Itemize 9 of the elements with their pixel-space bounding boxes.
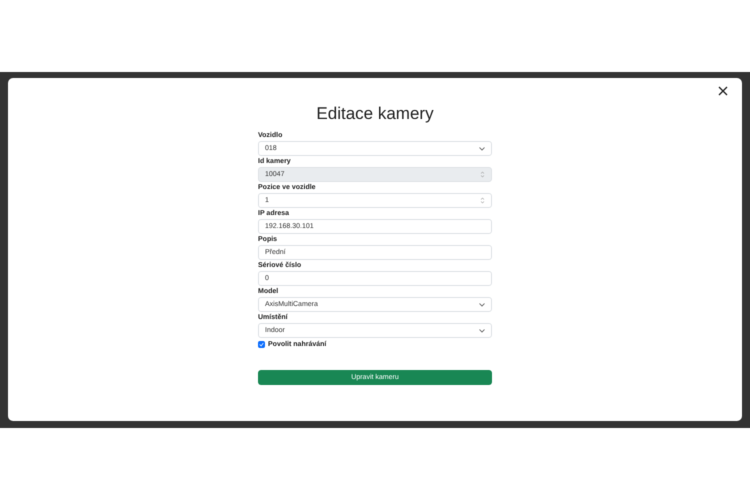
close-button[interactable] bbox=[716, 84, 730, 98]
chevron-down-icon bbox=[479, 328, 485, 332]
checkbox[interactable] bbox=[258, 341, 265, 348]
chevron-down-icon bbox=[479, 302, 485, 306]
dialog-title: Editace kamery bbox=[315, 103, 435, 125]
spinner-icon bbox=[480, 197, 485, 204]
spinner-icon bbox=[480, 171, 485, 178]
chevron-down-icon bbox=[479, 146, 485, 150]
close-icon bbox=[716, 84, 730, 98]
